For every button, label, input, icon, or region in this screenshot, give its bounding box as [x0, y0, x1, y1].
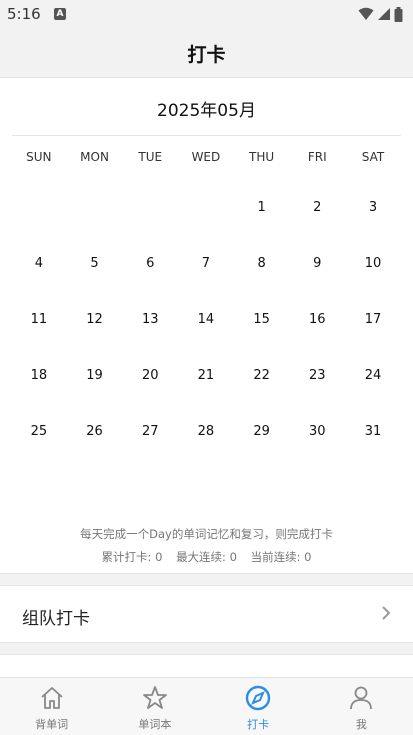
wifi-icon [358, 7, 374, 20]
person-icon [350, 686, 373, 710]
calendar-day[interactable]: 1 [234, 180, 290, 236]
calendar-day[interactable]: 7 [178, 236, 234, 292]
calendar-day[interactable]: 10 [345, 236, 401, 292]
calendar-day[interactable]: 28 [178, 403, 234, 459]
calendar-day[interactable]: 17 [345, 292, 401, 348]
calendar-day[interactable]: 3 [345, 180, 401, 236]
calendar-grid: 1 2 3 4 5 6 7 8 9 10 11 12 13 14 15 16 17 18 19 20 21 22 23 24 2… [11, 180, 401, 459]
weekday-label: FRI [307, 150, 327, 164]
calendar-day-empty [11, 180, 67, 236]
nav-label: 打卡 [247, 718, 270, 731]
calendar-day[interactable]: 26 [67, 403, 123, 459]
calendar-day[interactable]: 5 [67, 236, 123, 292]
compass-icon [245, 685, 271, 711]
calendar-day[interactable]: 16 [289, 292, 345, 348]
calendar-day[interactable]: 11 [11, 292, 67, 348]
weekday-label: THU [249, 150, 275, 164]
weekday-label: SUN [26, 150, 52, 164]
star-icon [142, 686, 167, 709]
weekday-label: WED [191, 150, 221, 164]
divider [12, 135, 401, 136]
team-checkin-label: 组队打卡 [22, 609, 90, 629]
nav-item-wordbook[interactable]: 单词本 [103, 678, 206, 735]
month-title: 2025年05月 [157, 101, 256, 121]
calendar-day[interactable]: 29 [234, 403, 290, 459]
calendar-day[interactable]: 31 [345, 403, 401, 459]
nav-label: 背单词 [35, 718, 69, 731]
calendar-day-empty [67, 180, 123, 236]
bottom-nav: 背单词 单词本 打卡 我 [0, 677, 413, 735]
calendar-day[interactable]: 27 [122, 403, 178, 459]
calendar-day[interactable]: 20 [122, 347, 178, 403]
signal-icon [378, 8, 390, 20]
calendar-day[interactable]: 13 [122, 292, 178, 348]
calendar-day[interactable]: 4 [11, 236, 67, 292]
calendar-day[interactable]: 24 [345, 347, 401, 403]
weekday-label: TUE [138, 150, 163, 164]
status-bar: 5:16 A [0, 0, 413, 28]
section-gap [0, 642, 413, 655]
next-row-partial[interactable] [0, 655, 413, 677]
nav-label: 我 [355, 718, 367, 731]
calendar-day[interactable]: 25 [11, 403, 67, 459]
calendar-day[interactable]: 18 [11, 347, 67, 403]
calendar-day[interactable]: 9 [289, 236, 345, 292]
app-header: 打卡 [0, 28, 413, 78]
checkin-stats: 累计打卡: 0 最大连续: 0 当前连续: 0 [0, 549, 413, 565]
status-icons [358, 6, 403, 22]
calendar-day[interactable]: 12 [67, 292, 123, 348]
team-checkin-row[interactable]: 组队打卡 [0, 586, 413, 642]
calendar-day[interactable]: 6 [122, 236, 178, 292]
nav-label: 单词本 [138, 718, 172, 731]
notification-icon: A [54, 8, 66, 20]
calendar-day[interactable]: 23 [289, 347, 345, 403]
nav-item-me[interactable]: 我 [310, 678, 413, 735]
calendar-day[interactable]: 22 [234, 347, 290, 403]
checkin-tip: 每天完成一个Day的单词记忆和复习，则完成打卡 [80, 527, 333, 541]
current-streak: 当前连续: 0 [250, 550, 312, 564]
weekday-label: SAT [361, 150, 385, 164]
total-checkins: 累计打卡: 0 [101, 550, 163, 564]
calendar-day-empty [122, 180, 178, 236]
calendar-day[interactable]: 21 [178, 347, 234, 403]
calendar-day[interactable]: 8 [234, 236, 290, 292]
status-time: 5:16 [7, 5, 41, 23]
home-icon [41, 687, 63, 709]
section-gap [0, 573, 413, 586]
max-streak: 最大连续: 0 [176, 550, 237, 564]
nav-item-checkin[interactable]: 打卡 [207, 678, 310, 735]
calendar-day[interactable]: 30 [289, 403, 345, 459]
calendar-day-empty [178, 180, 234, 236]
calendar-day[interactable]: 14 [178, 292, 234, 348]
page-title: 打卡 [187, 44, 226, 66]
chevron-right-icon [382, 606, 391, 620]
weekday-label: MON [80, 150, 109, 164]
calendar-day[interactable]: 15 [234, 292, 290, 348]
nav-item-study[interactable]: 背单词 [0, 678, 103, 735]
weekday-header: SUN MON TUE WED THU FRI SAT [11, 150, 401, 164]
calendar-day[interactable]: 2 [289, 180, 345, 236]
battery-icon [394, 6, 403, 22]
calendar-day[interactable]: 19 [67, 347, 123, 403]
